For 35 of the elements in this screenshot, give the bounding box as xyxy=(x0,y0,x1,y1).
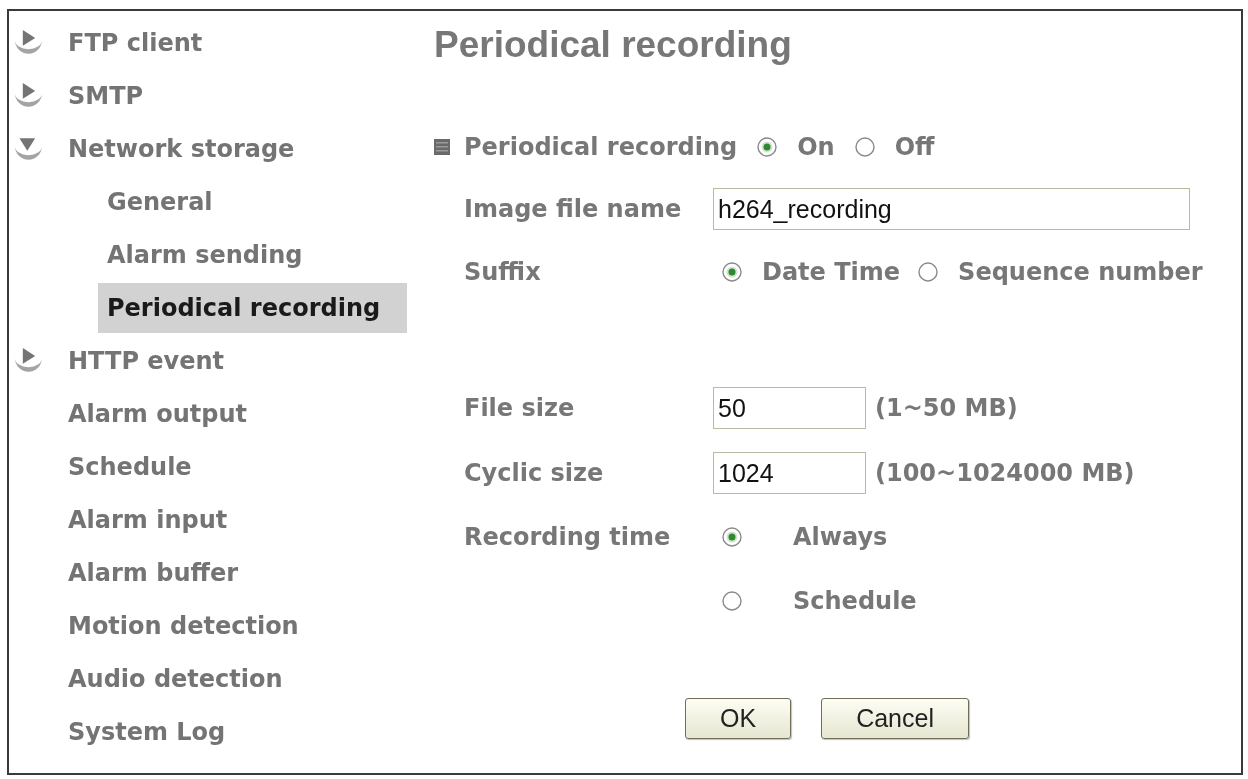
sidebar-item[interactable]: Alarm output xyxy=(59,388,256,439)
number-field[interactable]: 50 xyxy=(713,387,866,429)
radio-option[interactable]: Off xyxy=(854,132,935,162)
sidebar-item[interactable]: Audio detection xyxy=(59,653,292,704)
range-hint: (100~1024000 MB) xyxy=(875,458,1135,489)
sidebar-item[interactable]: HTTP event xyxy=(15,335,234,386)
radio-option[interactable]: Sequence number xyxy=(918,257,1203,287)
sidebar-item[interactable]: Schedule xyxy=(59,441,201,492)
sidebar-item[interactable]: Alarm sending xyxy=(98,229,407,280)
sidebar-item[interactable]: System Log xyxy=(59,706,235,757)
square-bullet-icon xyxy=(434,139,450,155)
sidebar-item[interactable]: Alarm input xyxy=(59,494,237,545)
radio-option[interactable]: Schedule xyxy=(722,586,917,616)
sidebar-item[interactable]: Periodical recording xyxy=(98,282,407,333)
sidebar-item[interactable]: Motion detection xyxy=(59,600,308,651)
field-label: Suffix xyxy=(464,257,542,287)
field-label: Recording time xyxy=(464,522,672,552)
dialog-button[interactable]: Cancel xyxy=(821,698,969,739)
page-title: Periodical recording xyxy=(434,25,793,65)
sidebar-item[interactable]: FTP client xyxy=(15,17,212,68)
dialog-button[interactable]: OK xyxy=(685,698,792,739)
text-field[interactable]: h264_recording xyxy=(713,188,1190,230)
field-label: File size xyxy=(464,393,576,423)
section-label: Periodical recording xyxy=(464,132,738,163)
field-label: Image file name xyxy=(464,194,683,224)
sidebar-item[interactable]: Alarm buffer xyxy=(59,547,247,598)
field-label: Cyclic size xyxy=(464,458,605,488)
radio-option[interactable]: Always xyxy=(722,522,888,552)
number-field[interactable]: 1024 xyxy=(713,452,866,494)
radio-option[interactable]: On xyxy=(757,132,835,162)
sidebar-item[interactable]: SMTP xyxy=(15,70,153,121)
radio-option[interactable]: Date Time xyxy=(722,257,901,287)
sidebar-item[interactable]: Network storage xyxy=(15,123,304,174)
range-hint: (1~50 MB) xyxy=(875,393,1018,424)
sidebar-item[interactable]: General xyxy=(98,176,407,227)
